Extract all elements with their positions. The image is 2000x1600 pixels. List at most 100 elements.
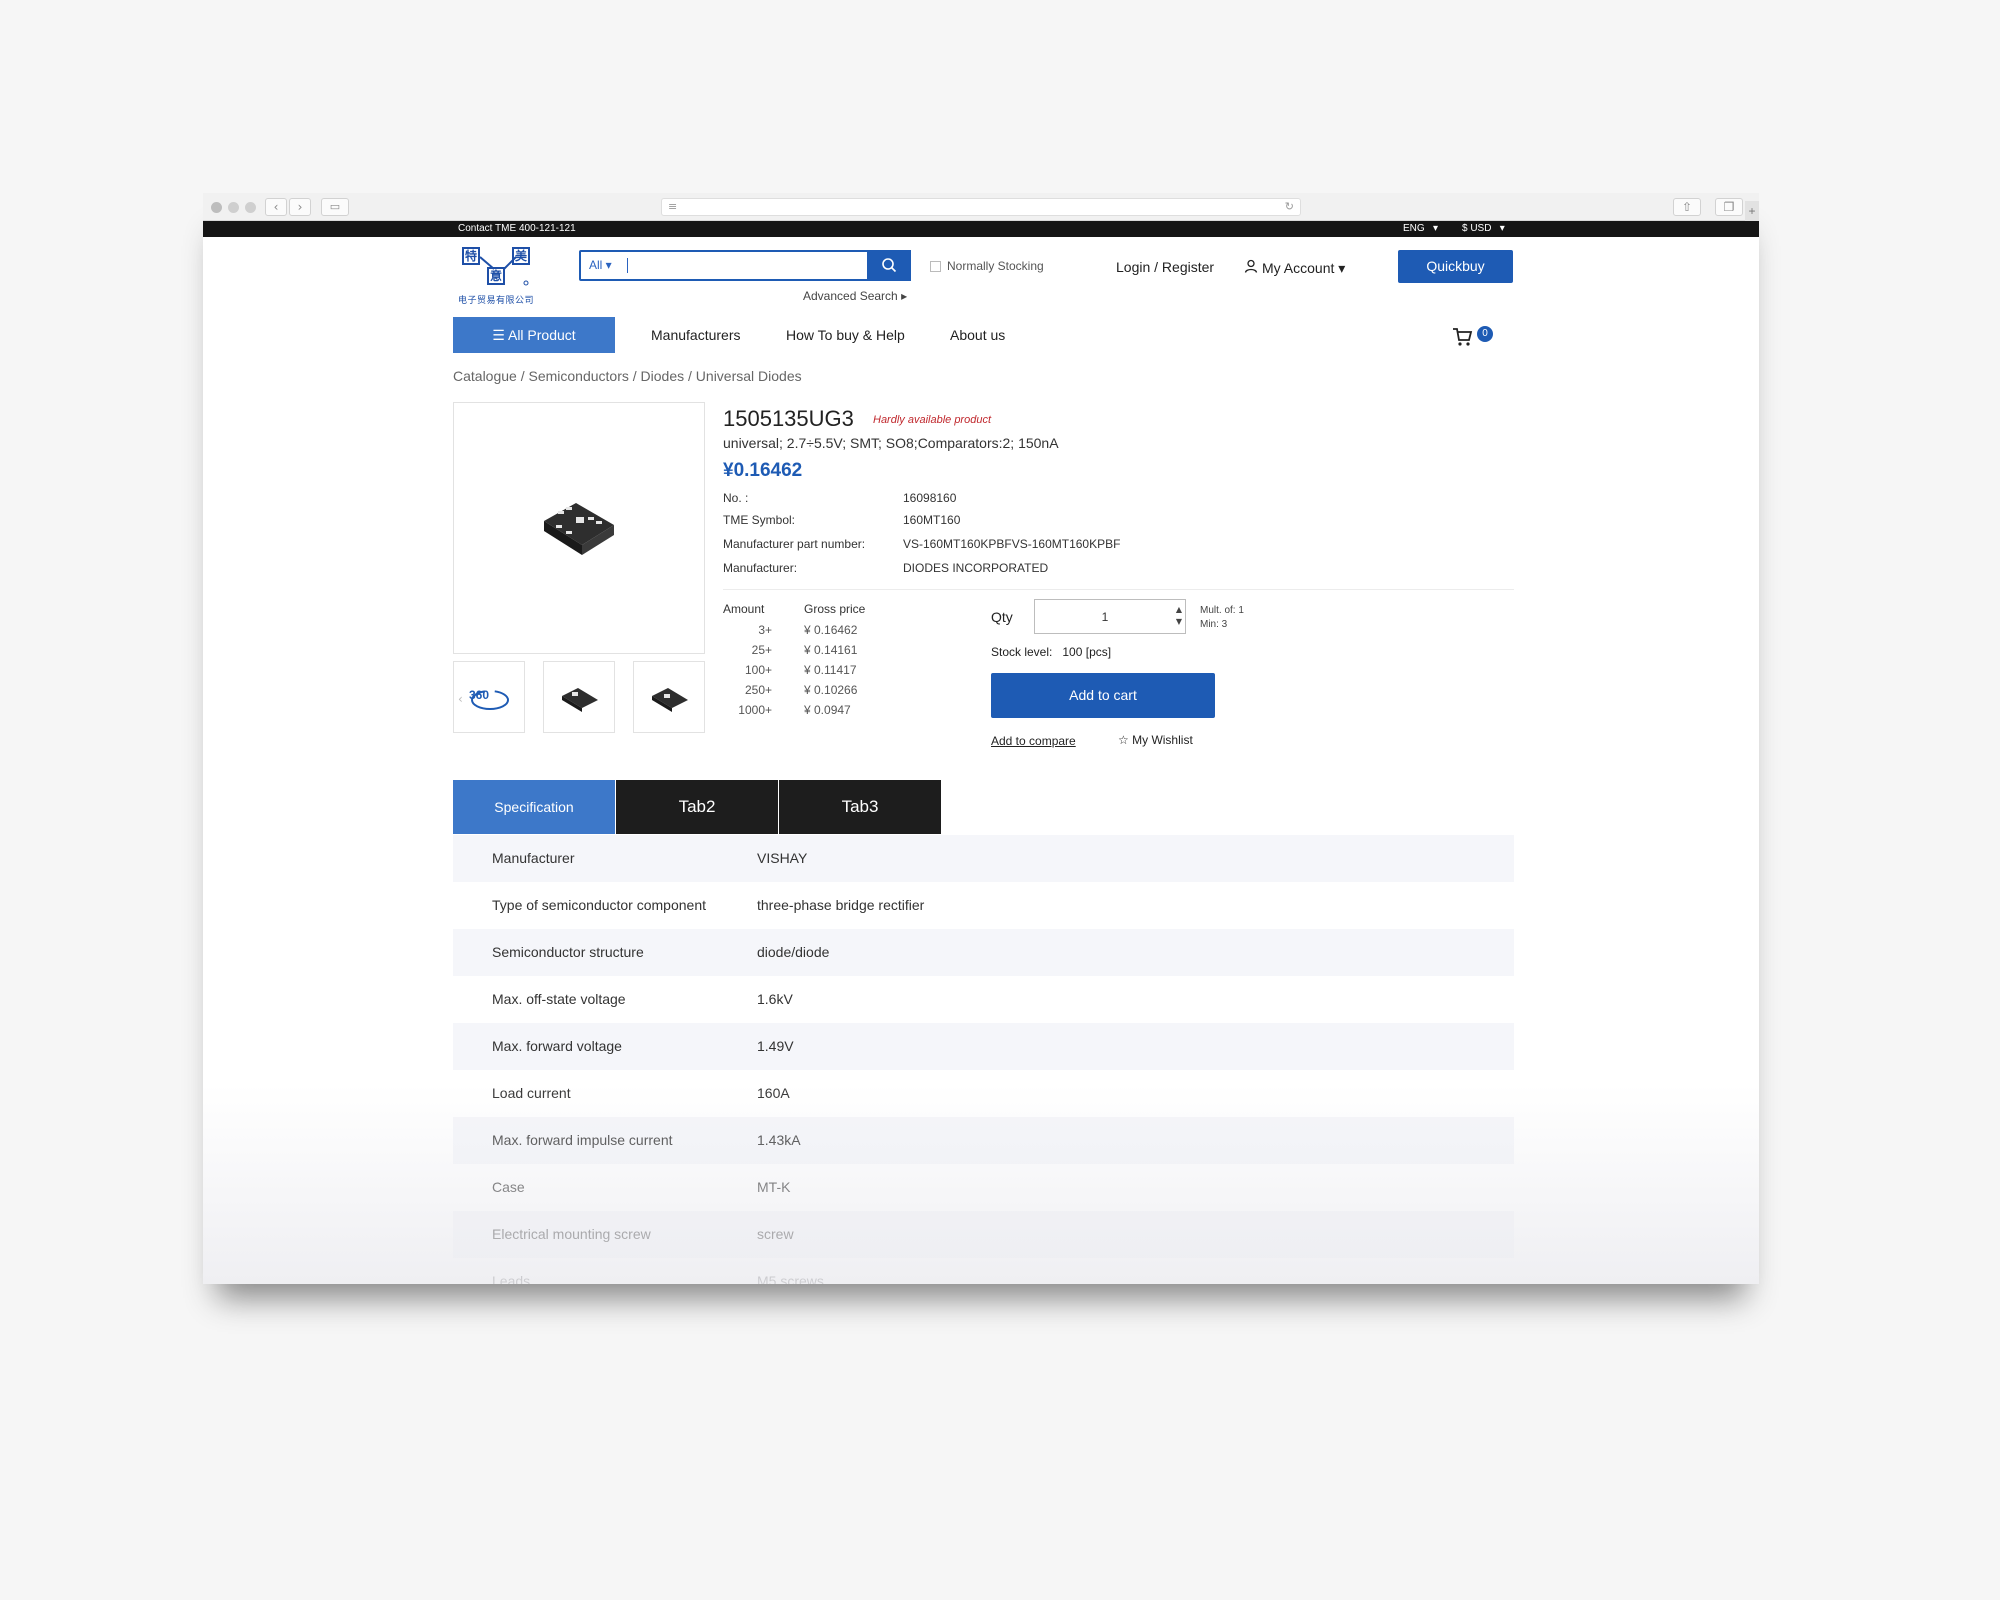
reader-icon[interactable]: ≡ (668, 200, 677, 213)
cart-count-badge: 0 (1477, 326, 1493, 342)
prop-value-manufacturer: DIODES INCORPORATED (903, 561, 1049, 575)
prop-label-symbol: TME Symbol: (723, 513, 796, 527)
spec-value: 160A (757, 1085, 790, 1101)
browser-actions: ⇧ ❐ (1673, 198, 1743, 216)
maximize-window-button[interactable] (245, 202, 256, 213)
prop-value-no: 16098160 (903, 491, 957, 505)
spec-value: M5 screws (757, 1273, 824, 1284)
price-tier-amount: 25+ (751, 643, 772, 657)
new-tab-icon[interactable]: + (1745, 201, 1759, 221)
share-icon[interactable]: ⇧ (1673, 198, 1701, 216)
table-row: Case MT-K (453, 1164, 1514, 1211)
thumbnail-chip-2[interactable] (633, 661, 705, 733)
table-row: Leads M5 screws (453, 1258, 1514, 1284)
product-title: 1505135UG3 (723, 406, 854, 431)
my-account-label: My Account (1262, 260, 1335, 276)
site-header: 特 美 意 电子贸易有限公司 All ▾ Advanced Search ▸ N… (203, 237, 1759, 317)
table-row: Max. forward voltage 1.49V (453, 1023, 1514, 1070)
spec-value: 1.43kA (757, 1132, 801, 1148)
address-bar[interactable]: ≡ ↻ (661, 198, 1301, 216)
browser-window: ‹ › ▭ ≡ ↻ ⇧ ❐ + Contact TME 400-121-121 … (203, 193, 1759, 1284)
spec-key: Manufacturer (492, 850, 575, 866)
tabs-overview-icon[interactable]: ❐ (1715, 198, 1743, 216)
minimize-window-button[interactable] (228, 202, 239, 213)
search-category-value: All (589, 258, 603, 272)
spec-value: MT-K (757, 1179, 791, 1195)
spec-key: Semiconductor structure (492, 944, 644, 960)
add-to-compare-link[interactable]: Add to compare (991, 734, 1076, 748)
nav-manufacturers[interactable]: Manufacturers (651, 327, 740, 343)
add-to-cart-button[interactable]: Add to cart (991, 673, 1215, 718)
quickbuy-button[interactable]: Quickbuy (1398, 250, 1513, 283)
divider (723, 589, 1514, 590)
nav-how-to-buy[interactable]: How To buy & Help (786, 327, 905, 343)
spec-key: Case (492, 1179, 525, 1195)
window-controls (211, 202, 256, 213)
menu-icon: ☰ (492, 327, 505, 343)
all-product-button[interactable]: ☰ All Product (453, 317, 615, 353)
stock-label: Stock level: (991, 645, 1053, 659)
stock-value: 100 [pcs] (1062, 645, 1112, 659)
product-thumbnails: 360 ‹ (453, 661, 705, 733)
user-icon (1244, 259, 1258, 276)
price-tier-amount: 3+ (758, 623, 772, 637)
tab-3[interactable]: Tab3 (779, 780, 941, 834)
currency-select[interactable]: $ USD ▾ (1462, 223, 1505, 234)
price-tier-price: ¥ 0.16462 (804, 623, 858, 637)
spec-key: Type of semiconductor component (492, 897, 707, 913)
spec-key: Load current (492, 1085, 571, 1101)
login-register-link[interactable]: Login / Register (1116, 259, 1214, 275)
my-account-menu[interactable]: My Account ▾ (1244, 259, 1345, 277)
qty-input[interactable]: 1 (1035, 610, 1175, 624)
search-box[interactable]: All ▾ (579, 250, 911, 281)
language-select[interactable]: ENG ▾ (1403, 223, 1438, 234)
spec-value: three-phase bridge rectifier (757, 897, 925, 913)
prop-label-no: No. : (723, 491, 749, 505)
normally-stocking-filter[interactable]: Normally Stocking (930, 259, 1044, 273)
thumbnail-360[interactable]: 360 ‹ (453, 661, 525, 733)
prop-label-part-number: Manufacturer part number: (723, 537, 866, 551)
mult-of: Mult. of: 1 (1200, 605, 1244, 616)
table-row: Load current 160A (453, 1070, 1514, 1117)
logo-graphic (479, 256, 529, 286)
forward-icon[interactable]: › (289, 198, 311, 216)
close-window-button[interactable] (211, 202, 222, 213)
price-tier-amount: 1000+ (738, 703, 772, 717)
search-icon (882, 258, 897, 273)
thumbnail-chip-1[interactable] (543, 661, 615, 733)
browser-toolbar: ‹ › ▭ ≡ ↻ ⇧ ❐ + (203, 193, 1759, 221)
advanced-search-link[interactable]: Advanced Search ▸ (803, 289, 907, 303)
tab-2[interactable]: Tab2 (616, 780, 778, 834)
sidebar-toggle-icon[interactable]: ▭ (321, 198, 349, 216)
cart-icon (1453, 328, 1473, 346)
price-tier-amount: 100+ (744, 663, 772, 677)
company-logo[interactable]: 特 美 意 电子贸易有限公司 (458, 245, 538, 305)
table-row: Max. forward impulse current 1.43kA (453, 1117, 1514, 1164)
normally-stocking-checkbox[interactable] (930, 260, 941, 272)
qty-spinner-icon[interactable]: ▲ ▼ (1176, 604, 1182, 628)
wishlist-link[interactable]: ☆ My Wishlist (1118, 733, 1193, 747)
table-row: Semiconductor structure diode/diode (453, 929, 1514, 976)
advanced-search-label: Advanced Search (803, 289, 898, 303)
spec-key: Electrical mounting screw (492, 1226, 651, 1242)
svg-text:‹: ‹ (458, 692, 463, 706)
reload-icon[interactable]: ↻ (1285, 200, 1294, 213)
product-price: ¥0.16462 (723, 460, 803, 481)
product-main-image[interactable] (453, 402, 705, 654)
search-input[interactable] (627, 258, 628, 273)
spec-key: Leads (492, 1273, 531, 1284)
rotate-arc-icon: ‹ (458, 690, 509, 710)
search-button[interactable] (867, 250, 911, 281)
logo-subtitle: 电子贸易有限公司 (458, 295, 535, 305)
search-category-select[interactable]: All ▾ (589, 258, 612, 272)
tab-specification[interactable]: Specification (453, 780, 615, 834)
back-icon[interactable]: ‹ (265, 198, 287, 216)
nav-about-us[interactable]: About us (950, 327, 1005, 343)
breadcrumb[interactable]: Catalogue / Semiconductors / Diodes / Un… (453, 368, 802, 384)
price-tier-amount: 250+ (744, 683, 772, 697)
quantity-stepper[interactable]: 1 ▲ ▼ (1034, 599, 1186, 634)
spec-value: screw (757, 1226, 794, 1242)
chip-image (544, 503, 614, 555)
specification-table: Manufacturer VISHAY Type of semiconductor… (453, 835, 1514, 1284)
cart-button[interactable]: 0 (1451, 325, 1493, 352)
